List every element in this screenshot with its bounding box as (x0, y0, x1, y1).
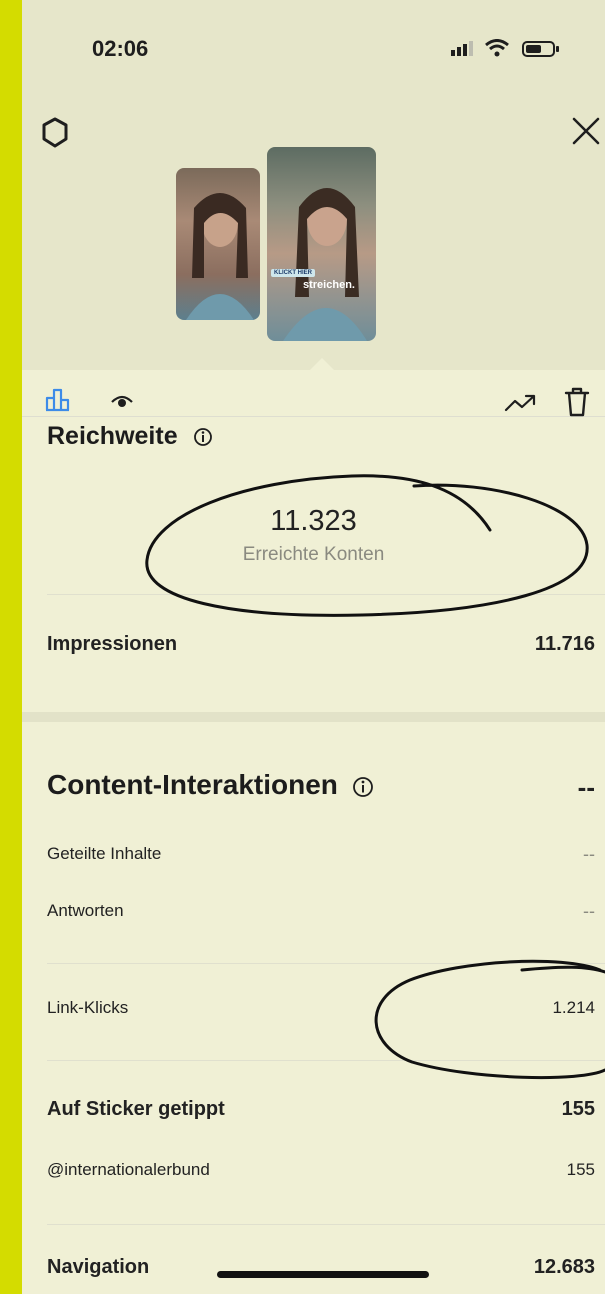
selected-story-pointer (310, 358, 334, 370)
trending-up-icon[interactable] (504, 393, 538, 413)
bar-chart-icon[interactable] (45, 386, 71, 412)
navigation-value: 12.683 (533, 1256, 595, 1278)
story-photo (186, 193, 254, 320)
sticker-taps-label: Auf Sticker getippt (47, 1098, 225, 1120)
status-time: 02:06 (92, 36, 149, 61)
info-icon[interactable] (193, 427, 213, 447)
story-photo (283, 188, 367, 341)
reach-section-title: Reichweite (47, 425, 213, 447)
sticker-account-value: 155 (566, 1160, 595, 1179)
story-thumbnail-2[interactable]: KLICKT HIER streichen. (267, 147, 376, 341)
impressions-label: Impressionen (47, 633, 178, 655)
divider (47, 1224, 605, 1225)
link-clicks-value: 1.214 (552, 998, 595, 1017)
impressions-value: 11.716 (534, 633, 595, 655)
battery-icon (522, 41, 559, 57)
info-icon[interactable] (352, 776, 374, 798)
content-interactions-title: Content-Interaktionen (47, 769, 374, 801)
wifi-icon (485, 39, 509, 57)
trash-icon[interactable] (563, 387, 591, 417)
replies-value: -- (583, 901, 595, 921)
sticker-account-label[interactable]: @internationalerbund (47, 1160, 210, 1180)
shared-content-value: -- (583, 844, 595, 864)
home-indicator (217, 1271, 429, 1278)
settings-icon[interactable] (38, 116, 72, 150)
story-link-sticker: KLICKT HIER (271, 269, 315, 277)
divider (47, 963, 605, 964)
reach-label: Erreichte Konten (242, 544, 385, 565)
story-caption: streichen. (303, 279, 355, 291)
navigation-label: Navigation (47, 1256, 150, 1278)
section-separator (22, 712, 605, 722)
screen: 02:06 KLICKT HIER streichen. Reichweite … (22, 0, 605, 1294)
reach-value: 11.323 (270, 505, 357, 537)
eye-icon[interactable] (110, 392, 134, 410)
shared-content-label: Geteilte Inhalte (47, 844, 162, 863)
content-interactions-value: -- (577, 772, 595, 802)
signal-icon (451, 41, 473, 56)
link-clicks-label: Link-Klicks (47, 998, 129, 1017)
divider (47, 1060, 605, 1061)
close-icon[interactable] (568, 113, 604, 149)
replies-label: Antworten (47, 901, 124, 920)
story-thumbnail-1[interactable] (176, 168, 260, 320)
divider (47, 594, 605, 595)
sticker-taps-value: 155 (561, 1098, 595, 1120)
